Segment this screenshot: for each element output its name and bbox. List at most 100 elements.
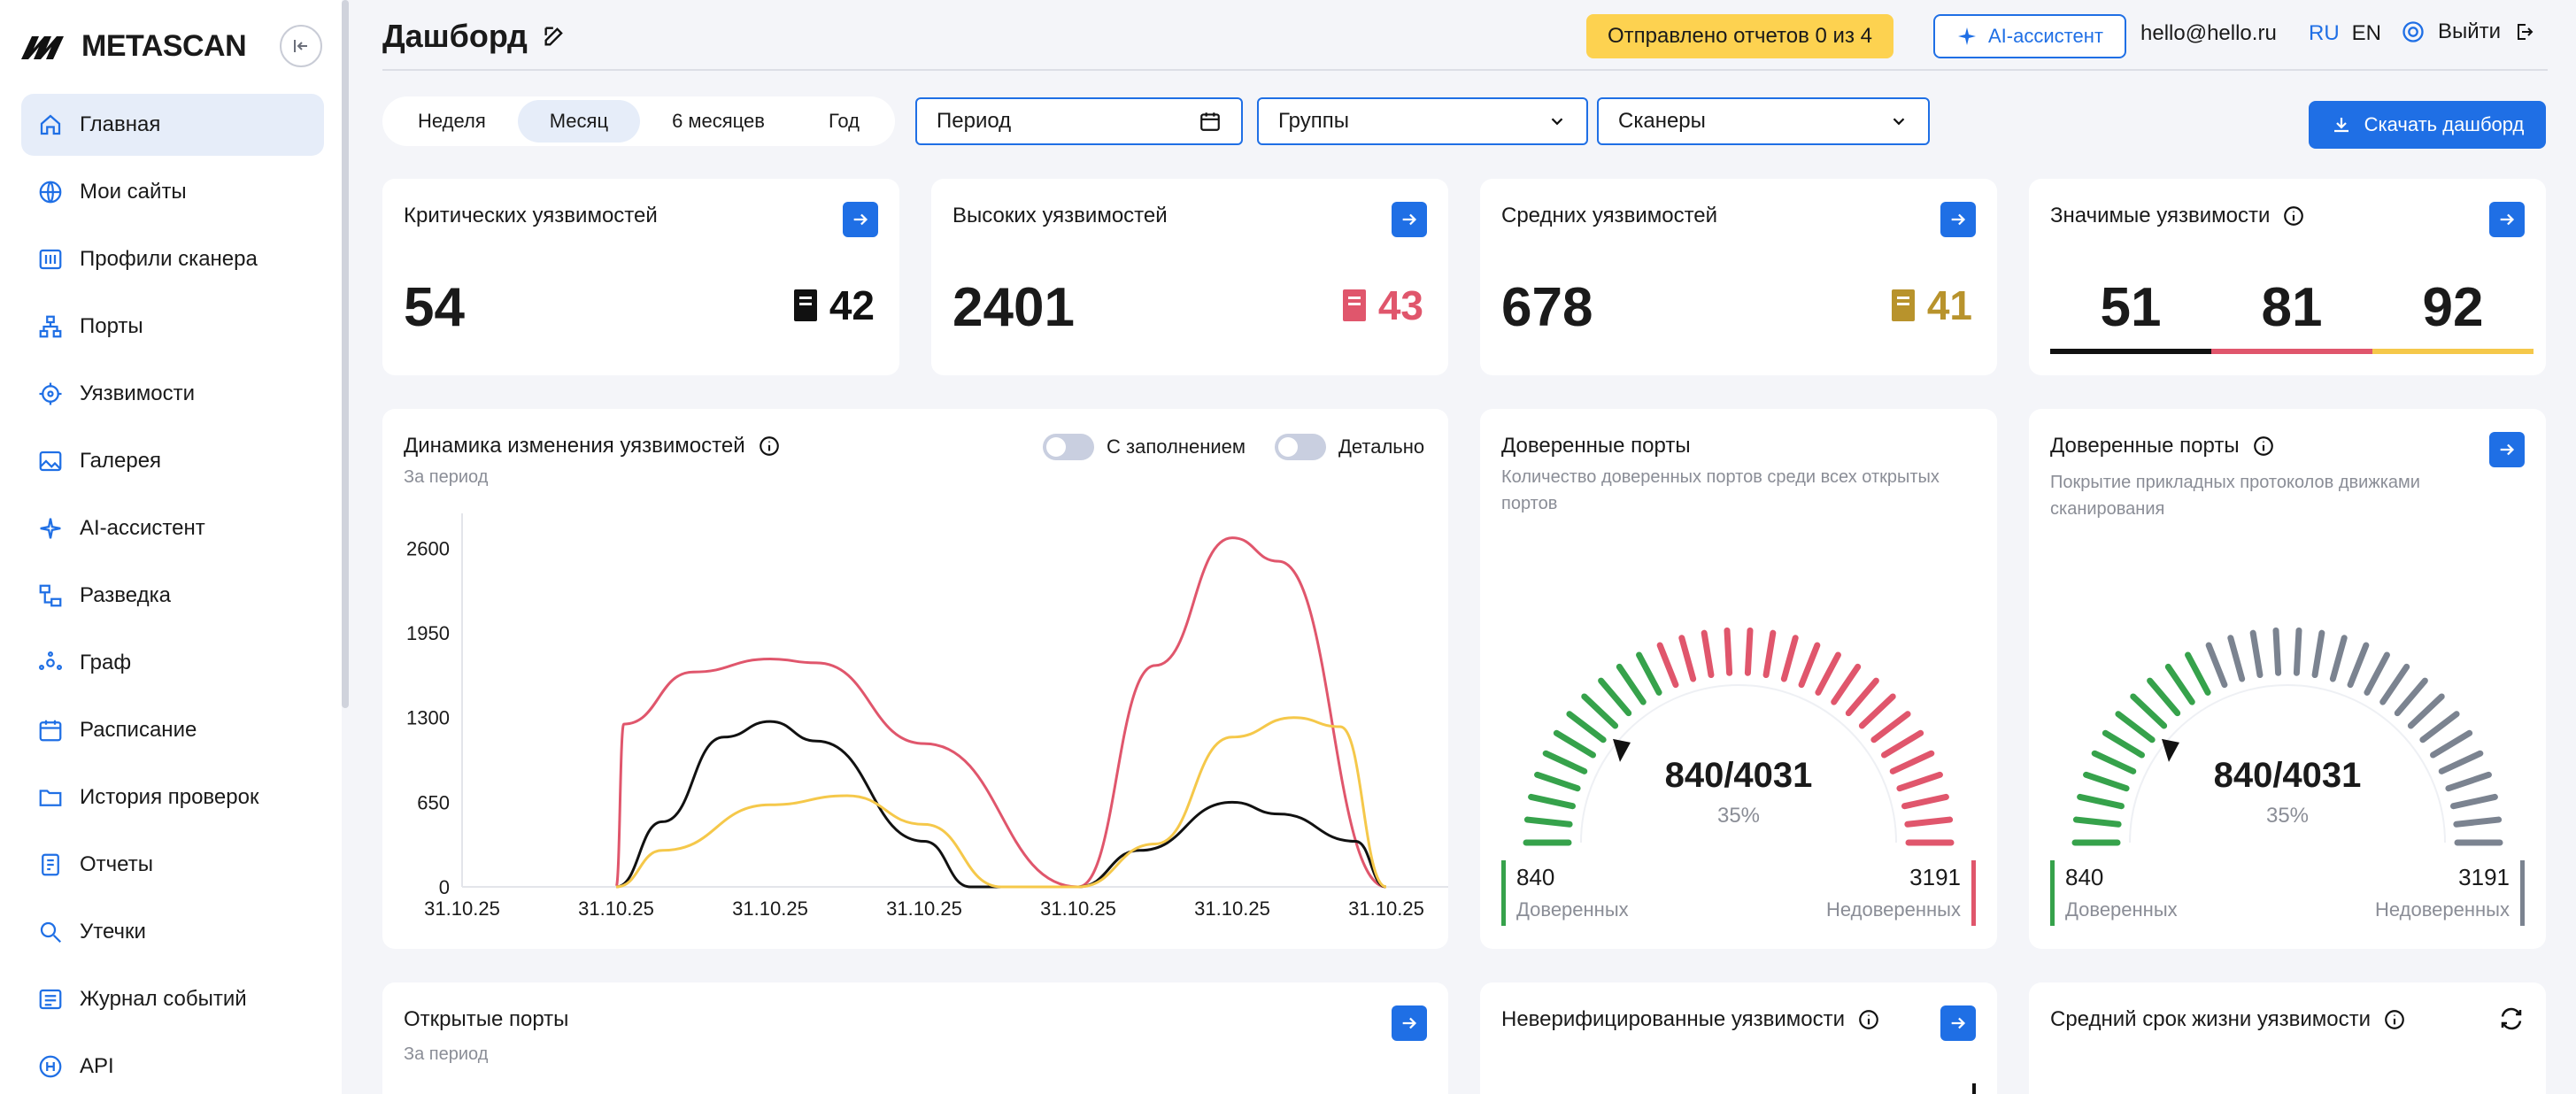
- scanners-select[interactable]: Сканеры: [1597, 97, 1930, 145]
- sidebar-scrollbar[interactable]: [342, 0, 349, 708]
- sidebar-item-label: Профили сканера: [80, 247, 258, 271]
- image-icon: [39, 451, 62, 472]
- arrow-right-icon: [853, 213, 868, 226]
- period-tab-0[interactable]: Неделя: [386, 100, 518, 143]
- significant-high-bar: [2211, 349, 2372, 354]
- sparkle-icon: [40, 518, 61, 539]
- significant-title-wrap: Значимые уязвимости: [2050, 204, 2305, 228]
- high-open-button[interactable]: [1392, 202, 1427, 237]
- logout-area[interactable]: Выйти: [2401, 19, 2534, 44]
- gauge-tick: [1858, 693, 1896, 729]
- sidebar-item-3[interactable]: Порты: [21, 296, 324, 358]
- lang-en[interactable]: EN: [2352, 21, 2381, 46]
- sidebar-item-7[interactable]: Разведка: [21, 565, 324, 627]
- filters-bar: Неделя Месяц 6 месяцев Год: [382, 96, 895, 146]
- collapse-sidebar-button[interactable]: [280, 25, 322, 67]
- lifetime-title: Средний срок жизни уязвимости: [2050, 1007, 2372, 1031]
- sidebar-item-2[interactable]: Профили сканера: [21, 228, 324, 290]
- dynamics-chart: 0 650 1300 1950 2600 31.10.25 31.10.25 31.10.25…: [406, 513, 1448, 920]
- gauge-tick: [1815, 651, 1841, 696]
- lifetime-card: Средний срок жизни уязвимости: [2029, 982, 2546, 1094]
- sidebar-item-13[interactable]: Журнал событий: [21, 968, 324, 1030]
- logo[interactable]: METASCAN: [21, 28, 247, 64]
- edit-icon[interactable]: [542, 24, 567, 49]
- gauge-tick: [1881, 729, 1924, 759]
- gauge-tick: [2430, 729, 2473, 759]
- refresh-icon[interactable]: [2498, 1005, 2525, 1032]
- trusted-ports-coverage-card: Доверенные порты Покрытие прикладных про…: [2029, 409, 2546, 949]
- lifetime-title-wrap: Средний срок жизни уязвимости: [2050, 1007, 2406, 1032]
- gauge-tick: [1553, 729, 1596, 759]
- trusted-ports-title: Доверенные порты: [1501, 434, 1691, 458]
- medium-open-button[interactable]: [1940, 202, 1976, 237]
- sidebar-item-label: Главная: [80, 112, 161, 136]
- logout-icon[interactable]: [2513, 21, 2534, 42]
- scanners-select-text: Сканеры: [1618, 109, 1706, 133]
- ai-assistant-button[interactable]: AI-ассистент: [1933, 14, 2126, 58]
- coverage-open-button[interactable]: [2489, 432, 2525, 467]
- groups-select[interactable]: Группы: [1257, 97, 1588, 145]
- x-tick-label: 31.10.25: [578, 898, 654, 920]
- info-icon[interactable]: [1857, 1008, 1880, 1031]
- unverified-open-button[interactable]: [1940, 1005, 1976, 1041]
- coverage-value: 840/4031: [2213, 756, 2362, 795]
- calendar-icon: [39, 720, 62, 742]
- logout-label[interactable]: Выйти: [2438, 19, 2501, 44]
- sidebar-item-1[interactable]: Мои сайты: [21, 161, 324, 223]
- groups-select-text: Группы: [1278, 109, 1349, 133]
- sidebar-item-label: Отчеты: [80, 852, 153, 876]
- gauge-tick: [2249, 629, 2264, 679]
- gauge-tick: [1598, 677, 1632, 717]
- sidebar-item-10[interactable]: История проверок: [21, 767, 324, 828]
- coverage-untrusted-label: Недоверенных: [2375, 898, 2510, 921]
- critical-open-button[interactable]: [843, 202, 878, 237]
- untrusted-legend: 3191 Недоверенных: [1826, 860, 1976, 926]
- sidebar-item-11[interactable]: Отчеты: [21, 834, 324, 896]
- sidebar-item-label: Порты: [80, 314, 143, 338]
- sidebar-item-label: Расписание: [80, 718, 197, 742]
- series-line-1: [615, 720, 1387, 889]
- high-value: 2401: [953, 277, 1075, 338]
- sidebar-item-6[interactable]: AI-ассистент: [21, 497, 324, 559]
- series-line-0: [614, 536, 1387, 889]
- sidebar-item-4[interactable]: Уязвимости: [21, 363, 324, 425]
- open-ports-open-button[interactable]: [1392, 1005, 1427, 1041]
- medium-side: 41: [1891, 281, 1972, 329]
- significant-open-button[interactable]: [2489, 202, 2525, 237]
- period-tab-2[interactable]: 6 месяцев: [640, 100, 797, 143]
- sparkle-icon: [1958, 27, 1976, 45]
- info-icon[interactable]: [2282, 204, 2305, 227]
- sidebar-item-9[interactable]: Расписание: [21, 699, 324, 761]
- gauge-tick: [2164, 663, 2195, 705]
- calendar-icon: [1200, 112, 1220, 131]
- x-tick-label: 31.10.25: [886, 898, 962, 920]
- settings-icon[interactable]: [2401, 19, 2426, 44]
- period-input[interactable]: Период: [915, 97, 1243, 145]
- sidebar-item-14[interactable]: API: [21, 1036, 324, 1094]
- logo-text: METASCAN: [81, 28, 247, 63]
- lang-ru[interactable]: RU: [2309, 21, 2340, 46]
- download-dashboard-button[interactable]: Скачать дашборд: [2309, 101, 2546, 149]
- gauge-tick: [1870, 711, 1911, 743]
- search-icon: [40, 921, 62, 944]
- sidebar-item-label: Журнал событий: [80, 987, 247, 1011]
- page-title: Дашборд: [382, 18, 567, 55]
- network-icon: [39, 315, 62, 338]
- sidebar-nav: Главная Мои сайты Профили сканера Порты Уязв…: [21, 94, 324, 1094]
- gauge-tick: [1566, 711, 1607, 743]
- info-icon[interactable]: [2383, 1008, 2406, 1031]
- sidebar-item-12[interactable]: Утечки: [21, 901, 324, 963]
- target-icon: [39, 382, 62, 405]
- gauge-tick: [1656, 642, 1679, 689]
- period-tab-3[interactable]: Год: [797, 100, 891, 143]
- main-content: Дашборд Отправлено отчетов 0 из 4 AI-асс…: [382, 0, 2548, 1094]
- coverage-trusted-label: Доверенных: [2065, 898, 2178, 921]
- trusted-ports-percent: 35%: [1716, 804, 1761, 828]
- sidebar-item-8[interactable]: Граф: [21, 632, 324, 694]
- coverage-untrusted-legend: 3191 Недоверенных: [2375, 860, 2525, 926]
- unverified-title: Неверифицированные уязвимости: [1501, 1007, 1845, 1031]
- sidebar-item-5[interactable]: Галерея: [21, 430, 324, 492]
- info-icon[interactable]: [2252, 435, 2275, 458]
- sidebar-item-0[interactable]: Главная: [21, 94, 324, 156]
- period-tab-1[interactable]: Месяц: [517, 100, 641, 143]
